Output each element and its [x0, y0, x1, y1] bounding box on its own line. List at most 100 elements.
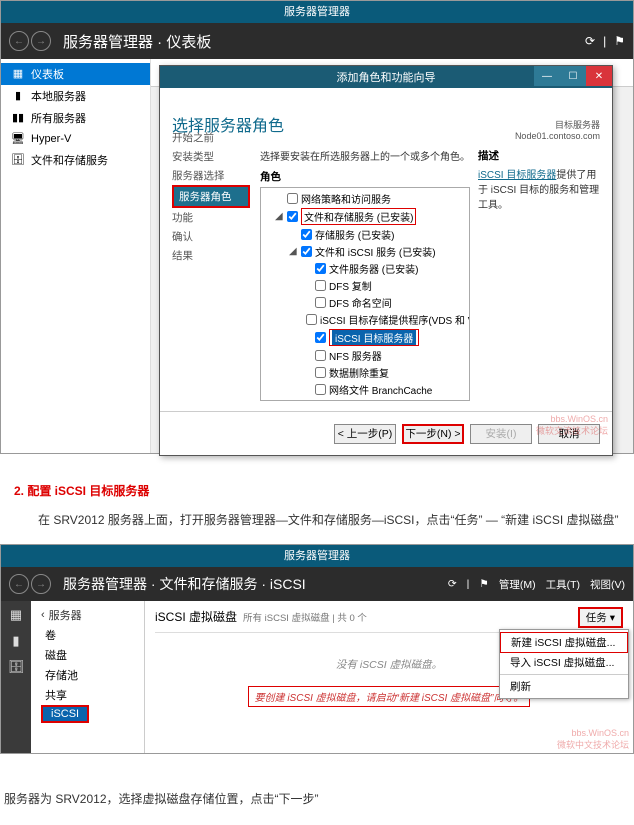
- flag-icon[interactable]: ⚑: [479, 578, 488, 590]
- tree-checkbox[interactable]: [315, 350, 326, 361]
- menu-item[interactable]: 管理(M): [499, 577, 536, 592]
- tree-row[interactable]: ◢文件和存储服务 (已安装): [261, 207, 469, 226]
- screenshot-1-server-manager-wizard: 服务器管理器 ← → 服务器管理器 · 仪表板 ⟳ | ⚑ ▦仪表板▮本地服务器…: [0, 0, 634, 454]
- desc-label: 描述: [478, 148, 602, 163]
- prev-button[interactable]: < 上一步(P): [334, 424, 396, 444]
- tree-checkbox[interactable]: [315, 280, 326, 291]
- next-button[interactable]: 下一步(N) >: [402, 424, 464, 444]
- tree-checkbox[interactable]: [287, 211, 298, 222]
- icon-column: ▦ ▮ 🗄: [1, 601, 31, 753]
- sidebar-item[interactable]: iSCSI: [41, 705, 89, 723]
- main-title: iSCSI 虚拟磁盘: [155, 608, 237, 625]
- tree-checkbox[interactable]: [315, 263, 326, 274]
- tree-checkbox[interactable]: [315, 384, 326, 395]
- tasks-button[interactable]: 任务 ▾: [578, 607, 623, 628]
- back-icon[interactable]: ←: [9, 574, 29, 594]
- wizard-step[interactable]: 确认: [172, 227, 250, 246]
- maximize-button[interactable]: ☐: [560, 66, 586, 86]
- tree-row[interactable]: 网络文件 BranchCache: [261, 381, 469, 398]
- header-title: 服务器管理器 · 文件和存储服务 · iSCSI: [63, 574, 306, 594]
- minimize-button[interactable]: —: [534, 66, 560, 86]
- sidebar-label: 仪表板: [31, 66, 64, 82]
- title-bar: 服务器管理器: [1, 545, 633, 567]
- wizard-step[interactable]: 服务器选择: [172, 166, 250, 185]
- tree-row[interactable]: iSCSI 目标存储提供程序(VDS 和 VSS 硬件…: [261, 311, 469, 328]
- header-menu: ⟳ | ⚑ 管理(M) 工具(T) 视图(V): [448, 577, 625, 592]
- tree-row[interactable]: 网络策略和访问服务: [261, 190, 469, 207]
- wizard-footer: < 上一步(P) 下一步(N) > 安装(I) 取消: [160, 411, 612, 455]
- sidebar-item[interactable]: 磁盘: [31, 645, 144, 665]
- tree-row[interactable]: 文件服务器 VSS 代理服务: [261, 398, 469, 401]
- tree-checkbox[interactable]: [306, 314, 317, 325]
- tree-row[interactable]: NFS 服务器: [261, 347, 469, 364]
- tree-row[interactable]: DFS 命名空间: [261, 294, 469, 311]
- tasks-context-menu: 新建 iSCSI 虚拟磁盘...导入 iSCSI 虚拟磁盘... 刷新: [499, 629, 629, 699]
- doc-heading: 2. 配置 iSCSI 目标服务器: [14, 482, 620, 501]
- wizard-step[interactable]: 结果: [172, 246, 250, 265]
- flag-icon[interactable]: ⚑: [614, 34, 625, 48]
- tree-checkbox[interactable]: [287, 193, 298, 204]
- context-menu-item[interactable]: 导入 iSCSI 虚拟磁盘...: [500, 653, 628, 672]
- desc-link[interactable]: iSCSI 目标服务器: [478, 170, 556, 181]
- context-menu-item[interactable]: 刷新: [500, 677, 628, 696]
- sidebar-item[interactable]: 🖥Hyper-V: [1, 129, 150, 149]
- tree-row[interactable]: iSCSI 目标服务器: [261, 328, 469, 347]
- tree-label: 文件服务器 VSS 代理服务: [329, 399, 445, 401]
- menu-item[interactable]: 工具(T): [546, 577, 580, 592]
- back-icon[interactable]: ←: [9, 31, 29, 51]
- sidebar-item[interactable]: 共享: [31, 685, 144, 705]
- hint-link[interactable]: 要创建 iSCSI 虚拟磁盘，请启动“新建 iSCSI 虚拟磁盘”向导。: [248, 686, 531, 707]
- tree-label: 文件和 iSCSI 服务 (已安装): [315, 244, 436, 259]
- wizard-step[interactable]: 服务器角色: [172, 185, 250, 208]
- refresh-icon[interactable]: ⟳: [585, 34, 595, 48]
- tree-checkbox[interactable]: [315, 367, 326, 378]
- sidebar-item[interactable]: 存储池: [31, 665, 144, 685]
- sidebar-item[interactable]: 🗄文件和存储服务: [1, 149, 150, 171]
- header: ← → 服务器管理器 · 仪表板 ⟳ | ⚑: [1, 23, 633, 59]
- servers-icon[interactable]: ▦: [10, 607, 22, 623]
- tree-checkbox[interactable]: [301, 246, 312, 257]
- sidebar-item[interactable]: ▮本地服务器: [1, 85, 150, 107]
- sidebar-item[interactable]: ▮▮所有服务器: [1, 107, 150, 129]
- tree-row[interactable]: 数据删除重复: [261, 364, 469, 381]
- tree-row[interactable]: 文件服务器 (已安装): [261, 260, 469, 277]
- tree-label: 存储服务 (已安装): [315, 227, 394, 242]
- chevron-left-icon: ‹: [41, 609, 45, 621]
- tree-row[interactable]: 存储服务 (已安装): [261, 226, 469, 243]
- tree-label: 数据删除重复: [329, 365, 389, 380]
- expander-icon[interactable]: ◢: [275, 211, 284, 222]
- forward-icon[interactable]: →: [31, 31, 51, 51]
- sidebar-item[interactable]: ▦仪表板: [1, 63, 150, 85]
- wizard-step[interactable]: 安装类型: [172, 147, 250, 166]
- cancel-button[interactable]: 取消: [538, 424, 600, 444]
- tree-label: 网络文件 BranchCache: [329, 382, 432, 397]
- expander-icon[interactable]: ◢: [289, 246, 298, 257]
- chevron-down-icon: ▾: [610, 612, 615, 624]
- tree-checkbox[interactable]: [315, 332, 326, 343]
- document-section: 2. 配置 iSCSI 目标服务器 在 SRV2012 服务器上面，打开服务器管…: [0, 454, 634, 544]
- close-button[interactable]: ✕: [586, 66, 612, 86]
- tree-row[interactable]: DFS 复制: [261, 277, 469, 294]
- sidebar-label: Hyper-V: [31, 133, 71, 145]
- disks-icon[interactable]: 🗄: [8, 659, 25, 675]
- main-panel: iSCSI 虚拟磁盘 所有 iSCSI 虚拟磁盘 | 共 0 个 任务 ▾ 没有…: [145, 601, 633, 753]
- wizard-destination: 目标服务器 Node01.contoso.com: [515, 118, 600, 141]
- refresh-icon[interactable]: ⟳: [448, 578, 457, 590]
- wizard-step[interactable]: 功能: [172, 208, 250, 227]
- tree-checkbox[interactable]: [301, 229, 312, 240]
- tree-label: 文件服务器 (已安装): [329, 261, 418, 276]
- tree-label: DFS 复制: [329, 278, 372, 293]
- sidebar-heading[interactable]: ‹ 服务器: [31, 605, 144, 625]
- sidebar-item[interactable]: 卷: [31, 625, 144, 645]
- volumes-icon[interactable]: ▮: [12, 633, 19, 649]
- context-menu-item[interactable]: 新建 iSCSI 虚拟磁盘...: [500, 632, 628, 653]
- menu-item[interactable]: 视图(V): [590, 577, 625, 592]
- tree-checkbox[interactable]: [315, 297, 326, 308]
- forward-icon[interactable]: →: [31, 574, 51, 594]
- tree-row[interactable]: ◢ 文件和 iSCSI 服务 (已安装): [261, 243, 469, 260]
- doc-paragraph-1: 在 SRV2012 服务器上面，打开服务器管理器—文件和存储服务—iSCSI，点…: [14, 511, 620, 530]
- wizard-title: 添加角色和功能向导: [337, 69, 436, 85]
- divider: |: [467, 578, 470, 590]
- wizard-title-bar: 添加角色和功能向导 — ☐ ✕: [160, 66, 612, 88]
- roles-tree[interactable]: 网络策略和访问服务◢文件和存储服务 (已安装)存储服务 (已安装) ◢ 文件和 iS…: [260, 187, 470, 401]
